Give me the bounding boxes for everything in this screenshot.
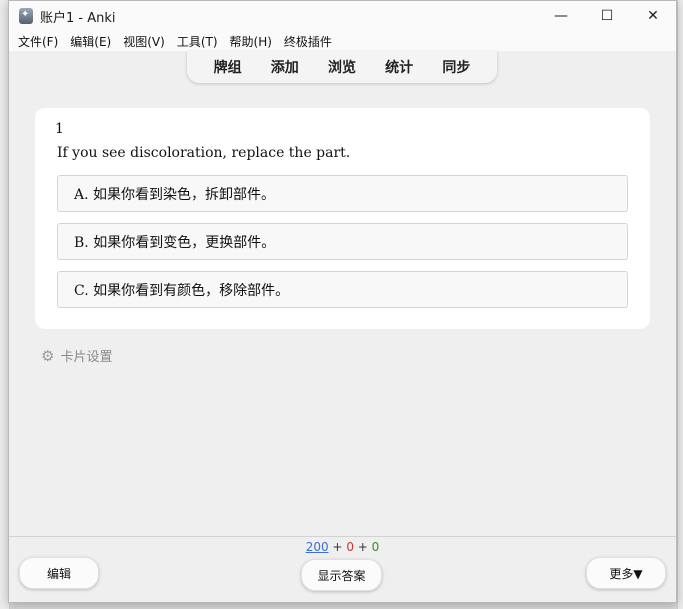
learn-count: 0 [346,540,354,554]
minimize-button[interactable]: — [538,1,584,31]
card-number: 1 [55,121,64,137]
option-b[interactable]: B. 如果你看到变色，更换部件。 [57,223,628,260]
top-navigation: 牌组 添加 浏览 统计 同步 [187,51,497,83]
review-card: 1 If you see discoloration, replace the … [35,108,650,329]
menu-bar: 文件(F) 编辑(E) 视图(V) 工具(T) 帮助(H) 终极插件 [9,31,676,51]
menu-ultimate-addon[interactable]: 终极插件 [284,33,332,50]
anki-app-icon [19,8,33,24]
window-controls: — ☐ ✕ [538,1,676,31]
nav-sync[interactable]: 同步 [442,57,470,77]
menu-edit[interactable]: 编辑(E) [70,33,111,50]
gear-icon: ⚙ [41,346,55,365]
nav-browse[interactable]: 浏览 [328,57,356,77]
menu-view[interactable]: 视图(V) [123,33,165,50]
nav-decks[interactable]: 牌组 [214,57,242,77]
option-a[interactable]: A. 如果你看到染色，拆卸部件。 [57,175,628,212]
count-separator: + [357,540,368,554]
close-button[interactable]: ✕ [630,1,676,31]
card-question: If you see discoloration, replace the pa… [57,145,351,161]
nav-add[interactable]: 添加 [271,57,299,77]
due-counts: 200 + 0 + 0 [9,540,676,554]
window-title: 账户1 - Anki [40,10,116,26]
new-count[interactable]: 200 [306,540,329,554]
menu-help[interactable]: 帮助(H) [230,33,272,50]
card-settings-label: 卡片设置 [60,350,113,365]
nav-stats[interactable]: 统计 [385,57,413,77]
title-bar: 账户1 - Anki — ☐ ✕ [9,1,676,31]
anki-review-window: 账户1 - Anki — ☐ ✕ 文件(F) 编辑(E) 视图(V) 工具(T)… [8,0,677,603]
background-app-right-edge [677,0,683,609]
maximize-button[interactable]: ☐ [584,1,630,31]
menu-file[interactable]: 文件(F) [18,33,58,50]
edit-button[interactable]: 编辑 [19,557,99,589]
count-separator: + [332,540,343,554]
card-settings-link[interactable]: ⚙ 卡片设置 [41,346,113,366]
bottom-bar-divider [9,536,676,537]
review-count: 0 [371,540,380,554]
option-c[interactable]: C. 如果你看到有颜色，移除部件。 [57,271,628,308]
more-button[interactable]: 更多▼ [586,557,666,589]
show-answer-button[interactable]: 显示答案 [301,559,382,591]
menu-tools[interactable]: 工具(T) [177,33,218,50]
